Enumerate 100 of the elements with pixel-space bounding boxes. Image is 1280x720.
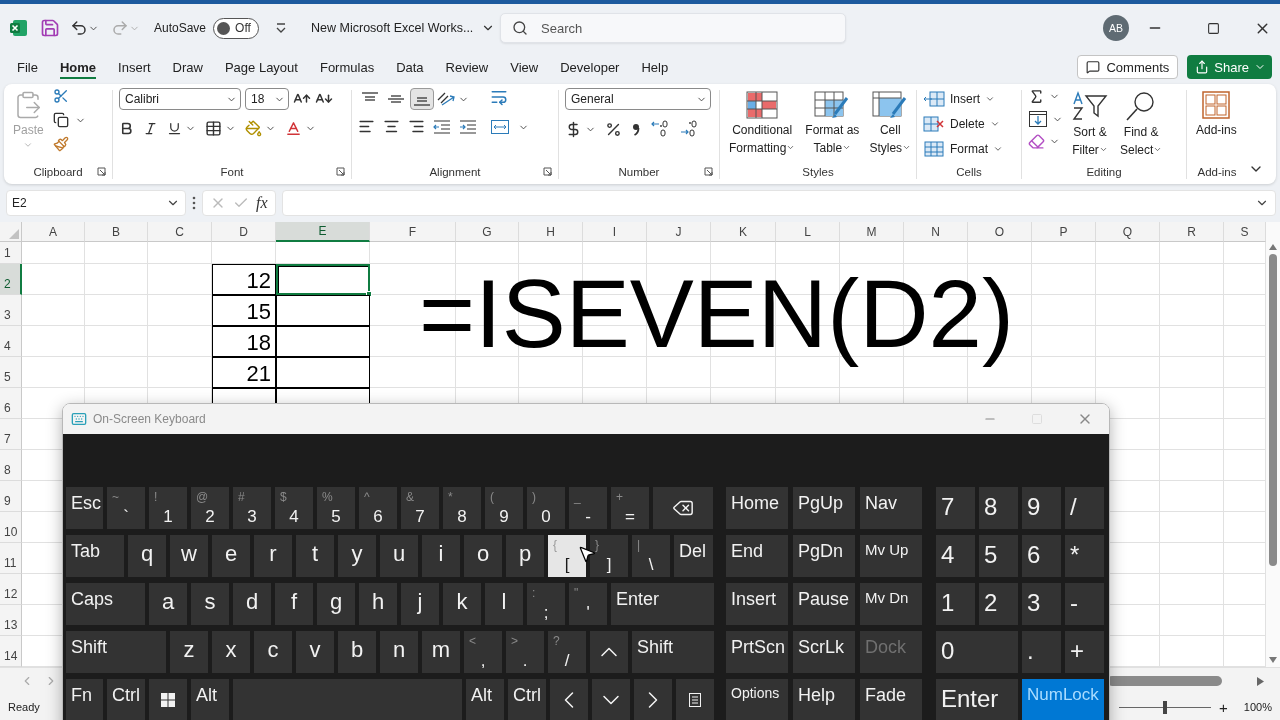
- column-header[interactable]: L: [776, 222, 840, 242]
- keyboard-key[interactable]: _ -: [569, 487, 607, 529]
- align-right-icon[interactable]: [408, 118, 425, 135]
- keyboard-key[interactable]: ~ `: [107, 487, 145, 529]
- percent-icon[interactable]: [605, 120, 622, 138]
- keyboard-key[interactable]: End: [726, 535, 788, 577]
- column-header[interactable]: H: [519, 222, 583, 242]
- keyboard-key[interactable]: # 3: [233, 487, 271, 529]
- eraser-icon[interactable]: [1028, 133, 1045, 150]
- row-header[interactable]: 7: [0, 419, 22, 450]
- active-cell[interactable]: [276, 264, 370, 295]
- four-panes-icon[interactable]: [1201, 90, 1232, 120]
- name-box[interactable]: E2: [6, 190, 186, 216]
- keyboard-key[interactable]: .: [1022, 631, 1061, 673]
- add-ins-button[interactable]: Add-ins: [1193, 88, 1240, 140]
- column-header[interactable]: G: [456, 222, 519, 242]
- keyboard-key[interactable]: % 5: [317, 487, 355, 529]
- colored-grid-icon[interactable]: [745, 90, 780, 120]
- row-header[interactable]: 3: [0, 295, 22, 326]
- keyboard-key[interactable]: p: [506, 535, 544, 577]
- underline-icon[interactable]: [167, 121, 182, 136]
- maximize-icon[interactable]: [1206, 21, 1220, 35]
- increase-decimal-icon[interactable]: [650, 120, 670, 138]
- keyboard-key[interactable]: 9: [1022, 487, 1061, 529]
- keyboard-key[interactable]: a: [149, 583, 187, 625]
- keyboard-key[interactable]: > .: [506, 631, 544, 673]
- row-header[interactable]: 9: [0, 481, 22, 512]
- dialog-launcher-icon[interactable]: [704, 167, 713, 176]
- keyboard-key[interactable]: d: [233, 583, 271, 625]
- delete-cells-icon[interactable]: [923, 115, 945, 133]
- keyboard-key[interactable]: } ]: [590, 535, 628, 577]
- keyboard-key[interactable]: [653, 487, 713, 529]
- cells-button[interactable]: Format: [923, 138, 1003, 160]
- row-header[interactable]: 2: [0, 264, 22, 295]
- column-header[interactable]: N: [904, 222, 968, 242]
- keyboard-key[interactable]: ^ 6: [359, 487, 397, 529]
- keyboard-key[interactable]: ! 1: [149, 487, 187, 529]
- keyboard-key[interactable]: s: [191, 583, 229, 625]
- column-header[interactable]: K: [711, 222, 776, 242]
- keyboard-key[interactable]: Fn: [66, 679, 103, 720]
- editing-button[interactable]: Find & Select: [1117, 88, 1166, 160]
- decrease-decimal-icon[interactable]: [679, 120, 699, 138]
- increase-indent-icon[interactable]: [459, 118, 477, 135]
- keyboard-key[interactable]: Fade: [860, 679, 922, 720]
- keyboard-key[interactable]: Ctrl: [107, 679, 145, 720]
- row-header[interactable]: 11: [0, 543, 22, 574]
- keyboard-key[interactable]: PgDn: [793, 535, 855, 577]
- keyboard-key[interactable]: Esc: [66, 487, 103, 529]
- column-header[interactable]: I: [583, 222, 647, 242]
- keyboard-key[interactable]: Caps: [66, 583, 145, 625]
- keyboard-key[interactable]: + =: [611, 487, 649, 529]
- save-icon[interactable]: [40, 18, 60, 38]
- sort-filter-icon[interactable]: [1072, 90, 1108, 122]
- keyboard-key[interactable]: *: [1065, 535, 1104, 577]
- scroll-up-icon[interactable]: [1269, 244, 1277, 250]
- keyboard-key[interactable]: Nav: [860, 487, 922, 529]
- dialog-launcher-icon[interactable]: [543, 167, 552, 176]
- keyboard-key[interactable]: : ;: [527, 583, 565, 625]
- autosave-toggle[interactable]: Off: [213, 17, 260, 39]
- comments-button[interactable]: Comments: [1077, 55, 1179, 79]
- borders-icon[interactable]: [205, 120, 222, 137]
- menu-tab[interactable]: Draw: [161, 52, 214, 82]
- keyboard-key[interactable]: g: [317, 583, 355, 625]
- keyboard-key[interactable]: @ 2: [191, 487, 229, 529]
- keyboard-key[interactable]: [676, 679, 714, 720]
- column-header[interactable]: Q: [1096, 222, 1160, 242]
- keyboard-key[interactable]: b: [338, 631, 376, 673]
- share-button[interactable]: Share: [1187, 55, 1272, 79]
- keyboard-key[interactable]: n: [380, 631, 418, 673]
- column-header[interactable]: J: [647, 222, 711, 242]
- keyboard-key[interactable]: 3: [1022, 583, 1061, 625]
- keyboard-key[interactable]: l: [485, 583, 523, 625]
- keyboard-key[interactable]: ? /: [548, 631, 586, 673]
- keyboard-key[interactable]: $ 4: [275, 487, 313, 529]
- keyboard-key[interactable]: Options: [726, 679, 788, 720]
- keyboard-key[interactable]: q: [128, 535, 166, 577]
- keyboard-key[interactable]: j: [401, 583, 439, 625]
- keyboard-key[interactable]: h: [359, 583, 397, 625]
- keyboard-key[interactable]: +: [1065, 631, 1104, 673]
- decrease-indent-icon[interactable]: [433, 118, 451, 135]
- keyboard-key[interactable]: Mv Dn: [860, 583, 922, 625]
- column-header[interactable]: O: [968, 222, 1032, 242]
- keyboard-key[interactable]: Enter: [611, 583, 714, 625]
- keyboard-key[interactable]: 4: [936, 535, 975, 577]
- keyboard-key[interactable]: Mv Up: [860, 535, 922, 577]
- scrollbar-thumb[interactable]: [1107, 676, 1222, 686]
- style-button[interactable]: Conditional Formatting: [726, 88, 799, 158]
- align-left-icon[interactable]: [358, 118, 375, 135]
- user-avatar[interactable]: AB: [1103, 15, 1129, 41]
- column-header[interactable]: P: [1032, 222, 1096, 242]
- zoom-slider-thumb[interactable]: [1163, 700, 1168, 714]
- menu-tab[interactable]: Help: [630, 52, 680, 82]
- keyboard-key[interactable]: 5: [979, 535, 1018, 577]
- keyboard-key[interactable]: ) 0: [527, 487, 565, 529]
- column-header[interactable]: E: [276, 222, 370, 242]
- cells-button[interactable]: Insert: [923, 88, 1003, 110]
- keyboard-key[interactable]: ScrLk: [793, 631, 855, 673]
- format-painter-icon[interactable]: [52, 136, 69, 152]
- keyboard-key[interactable]: c: [254, 631, 292, 673]
- font-name-select[interactable]: Calibri: [119, 88, 241, 110]
